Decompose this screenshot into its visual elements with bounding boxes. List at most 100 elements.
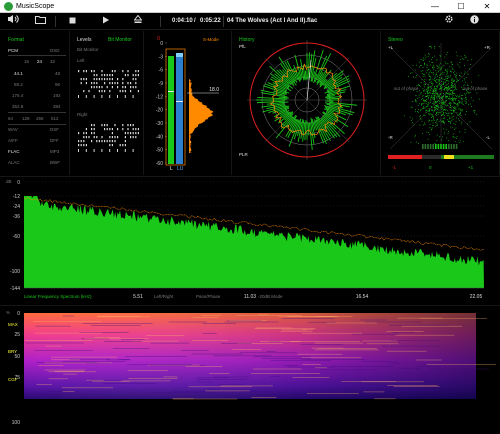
spectrum-y-tick: -100 <box>10 269 20 275</box>
info-icon[interactable] <box>466 13 483 30</box>
stereo-dot <box>452 96 453 98</box>
bit-cell <box>117 82 119 85</box>
stereo-dot <box>441 96 443 98</box>
bit-cell <box>132 78 134 81</box>
stereo-dot <box>457 96 459 98</box>
stereo-dot <box>425 56 427 58</box>
stereo-dot <box>445 74 447 76</box>
spectrum-mode-left-right[interactable]: Left/Right <box>154 293 173 301</box>
stereo-dot <box>456 55 458 57</box>
bit-cell <box>78 149 79 152</box>
eject-icon[interactable] <box>129 13 146 30</box>
spectrogram-streak <box>209 373 230 374</box>
stereo-dot <box>415 95 417 97</box>
codec-pcm: PCM <box>8 48 18 53</box>
rate-384: 384 <box>53 104 61 109</box>
stereo-dot <box>440 93 442 94</box>
stereo-dot <box>431 109 433 111</box>
stereo-dot <box>424 86 425 88</box>
stereo-dot <box>424 122 425 124</box>
history-spike <box>305 70 307 81</box>
stereo-dot <box>424 107 426 109</box>
stereo-dot <box>438 67 440 69</box>
bit-cell <box>106 86 108 89</box>
stereo-dot <box>450 109 451 111</box>
stereo-dot <box>421 92 422 94</box>
spectrogram-streak <box>253 356 311 358</box>
maximize-button[interactable]: ☐ <box>450 0 472 13</box>
stereo-dot <box>430 99 432 101</box>
close-button[interactable]: ✕ <box>476 0 498 13</box>
stereo-dot <box>437 119 438 121</box>
stereo-dot <box>431 95 433 96</box>
spectrogram-streak <box>302 364 321 365</box>
meter-tick-label: -20 <box>156 108 163 114</box>
stereo-dot <box>436 94 438 96</box>
stereo-dot <box>418 143 419 144</box>
stereo-dot <box>427 120 429 122</box>
stereo-dot <box>460 109 462 111</box>
stereo-dot <box>420 70 422 72</box>
stereo-dot <box>428 132 429 133</box>
stereo-dot <box>429 126 431 128</box>
meter-tick-label: -3 <box>159 54 164 60</box>
stereo-dot <box>428 79 430 81</box>
spectrogram-streak <box>51 356 118 358</box>
stereo-dot <box>423 57 424 59</box>
stereo-dot <box>439 106 441 108</box>
gear-icon[interactable] <box>440 13 457 30</box>
stereo-dot <box>426 91 428 93</box>
levels-mode[interactable]: Bit Monitor <box>108 37 132 43</box>
stop-icon[interactable] <box>64 13 81 30</box>
spectrogram-streak <box>429 368 489 370</box>
levels-title[interactable]: Levels <box>77 37 91 43</box>
stereo-dot <box>428 113 429 115</box>
stereo-dot <box>459 74 460 76</box>
bit-cell <box>85 149 87 152</box>
stereo-dot <box>443 64 445 66</box>
spectrogram-bry-label: BRY <box>8 349 18 354</box>
volume-icon[interactable] <box>4 13 21 30</box>
stereo-dot <box>425 100 426 101</box>
spectrogram-streak <box>48 378 69 380</box>
spectrogram-streak <box>69 358 110 360</box>
stereo-dot <box>465 56 467 58</box>
stereo-dot <box>449 97 451 99</box>
spectrum-mode-20db[interactable]: -20dB Mode <box>258 293 283 301</box>
bit-cell <box>122 78 124 81</box>
bit-cell <box>127 132 129 135</box>
bit-cell <box>124 95 126 98</box>
stereo-dot <box>431 128 432 130</box>
minimize-button[interactable]: — <box>424 0 446 13</box>
stereo-dot <box>449 76 451 78</box>
spectrogram-streak <box>191 340 229 341</box>
stereo-dot <box>451 78 453 80</box>
stereo-dot <box>452 133 454 135</box>
spectrum-mode-pans-phase[interactable]: Pans/Phase <box>196 293 220 301</box>
bit-cell <box>93 132 95 135</box>
open-folder-icon[interactable] <box>32 13 49 30</box>
stereo-dot <box>439 64 440 66</box>
correlation-negative <box>388 155 422 159</box>
stereo-dot <box>444 88 445 89</box>
spectrogram-streak <box>387 350 427 352</box>
stereo-dot <box>443 109 445 111</box>
bit-cell <box>96 136 98 139</box>
spectrogram-y-tick: 25 <box>14 332 20 338</box>
s-mode-label[interactable]: S-Mode <box>203 36 219 44</box>
bit-cell <box>78 144 80 147</box>
stereo-dot <box>453 111 455 113</box>
stereo-dot <box>454 108 455 110</box>
stereo-dot <box>453 100 454 102</box>
stereo-dot <box>437 107 439 108</box>
stereo-dot <box>434 110 436 112</box>
stereo-dot <box>432 111 434 113</box>
dsd-rate-64: 64 <box>8 116 14 121</box>
stereo-dot <box>434 94 436 96</box>
stereo-dot <box>454 124 456 125</box>
container-flac: FLAC <box>8 149 20 154</box>
bit-cell <box>88 136 90 139</box>
stereo-dot <box>471 97 472 99</box>
stereo-dot <box>440 93 442 95</box>
play-icon[interactable] <box>97 13 114 30</box>
